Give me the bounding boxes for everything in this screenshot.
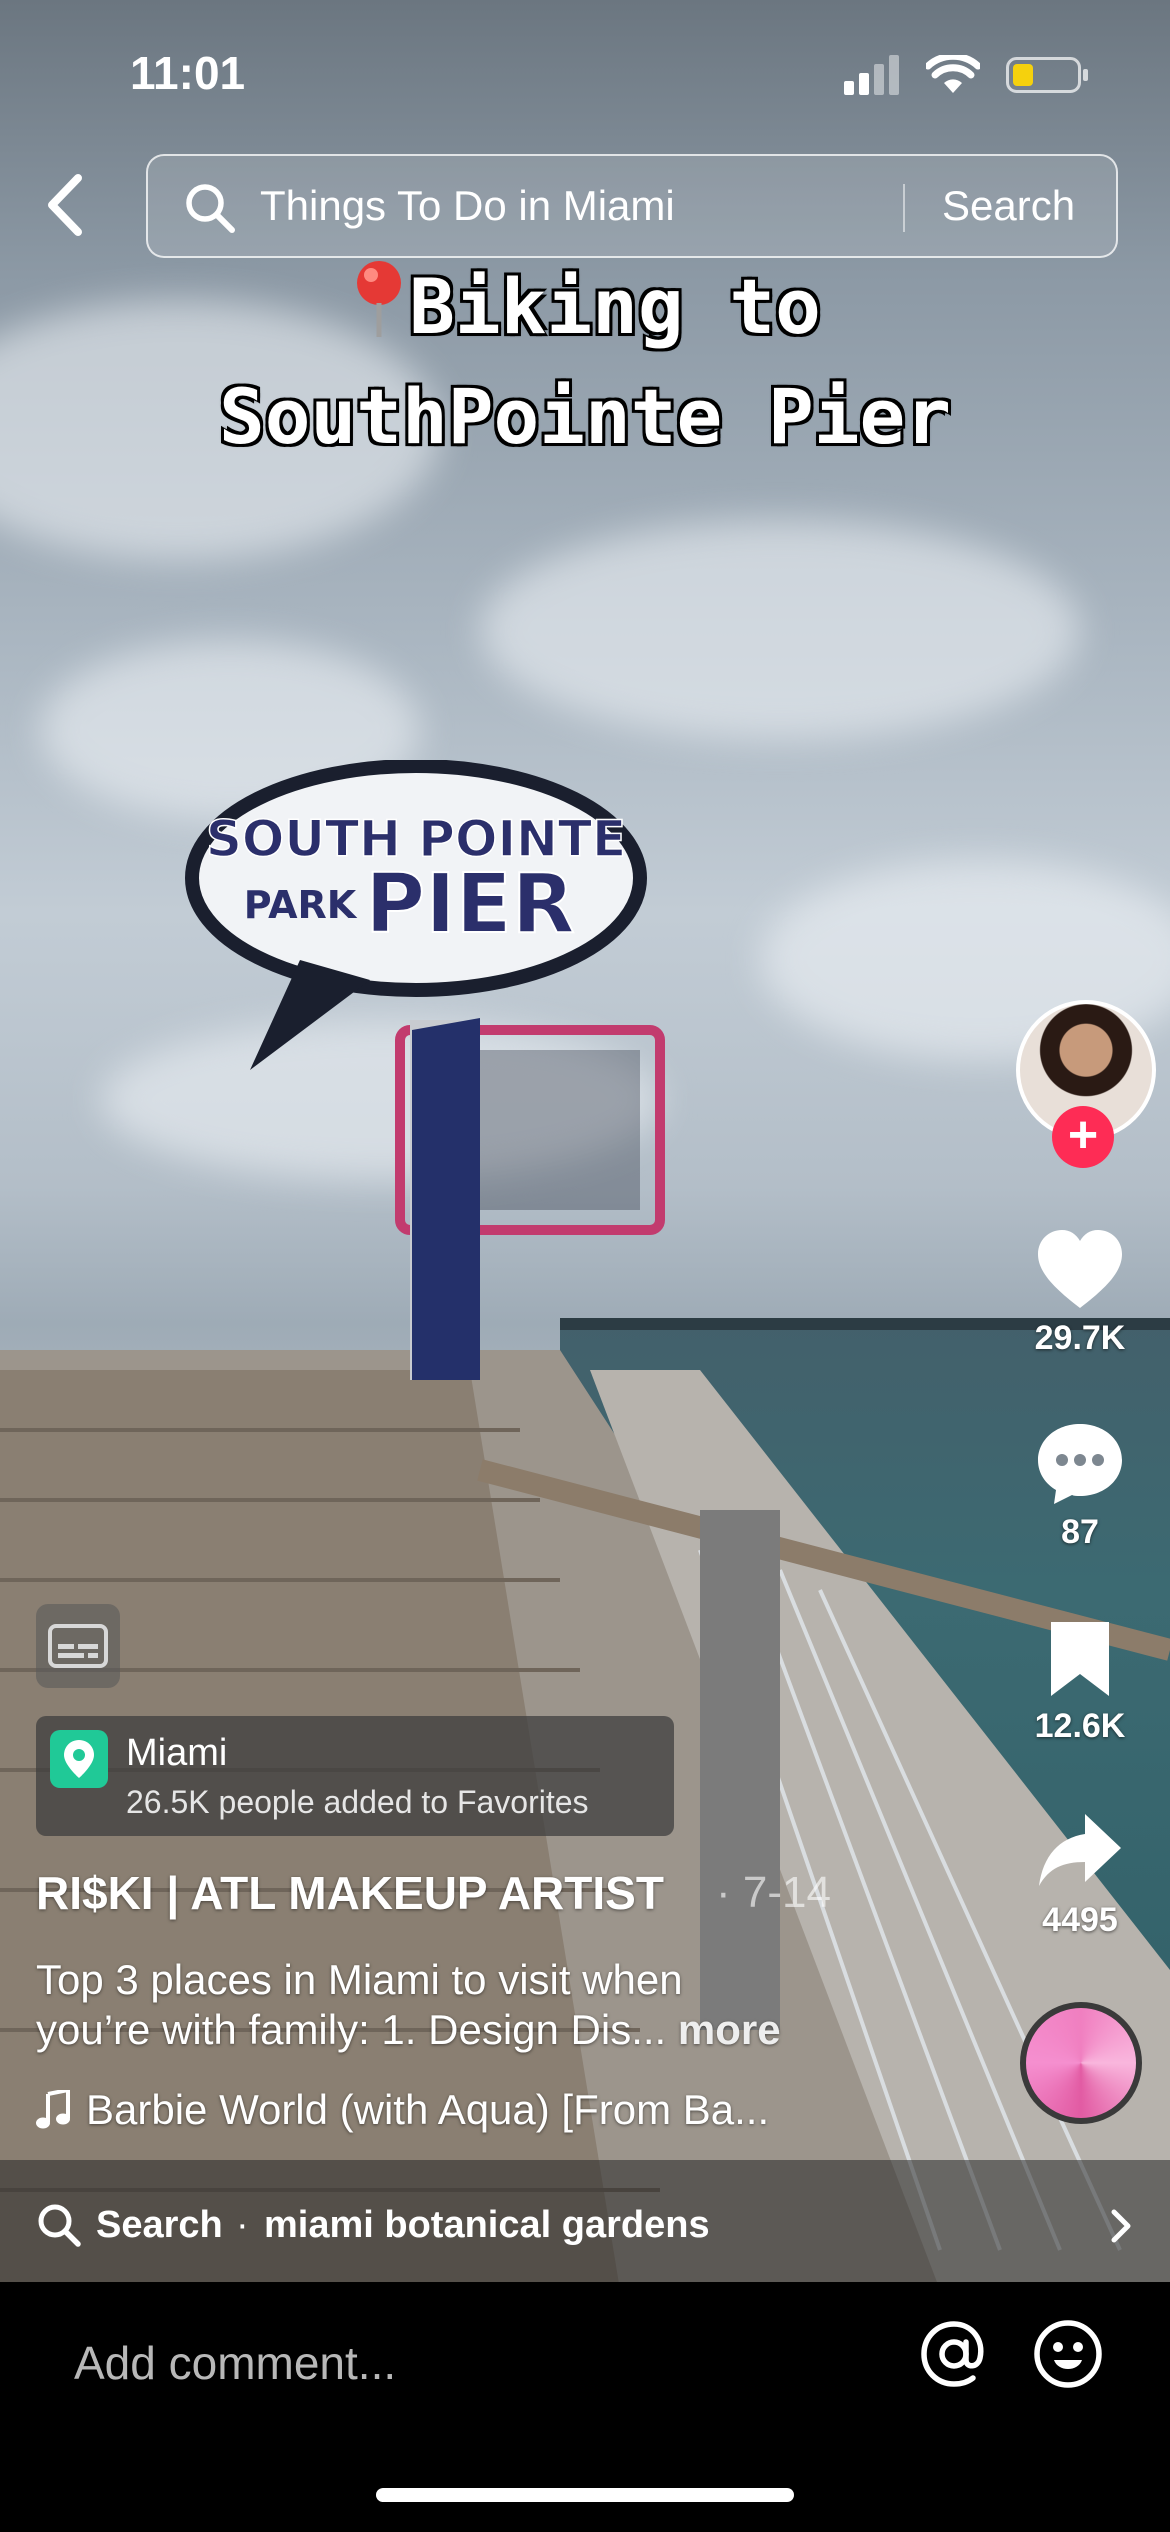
share-button[interactable]: 4495	[990, 1810, 1170, 1940]
location-favorites: 26.5K people added to Favorites	[126, 1784, 589, 1820]
share-arrow-icon	[1039, 1814, 1121, 1886]
search-divider	[903, 184, 905, 232]
cellular-signal-icon	[844, 55, 899, 95]
battery-icon	[1006, 57, 1088, 93]
location-pin-icon	[50, 1730, 108, 1788]
comment-input[interactable]: Add comment...	[74, 2336, 396, 2390]
heart-icon	[1038, 1230, 1122, 1308]
wifi-icon	[926, 55, 980, 93]
location-card[interactable]: Miami 26.5K people added to Favorites	[36, 1716, 674, 1836]
search-icon	[38, 2204, 81, 2247]
comment-count: 87	[1061, 1513, 1099, 1551]
music-title: Barbie World (with Aqua) [From Ba...	[86, 2086, 770, 2133]
overlay-line-1-text: Biking to	[409, 262, 821, 351]
more-button[interactable]: more	[678, 2006, 781, 2053]
related-search-label: Search	[96, 2204, 223, 2246]
emoji-icon[interactable]	[1032, 2318, 1104, 2390]
search-bar[interactable]: Things To Do in Miami Search	[146, 154, 1118, 258]
follow-button[interactable]: +	[1052, 1106, 1114, 1168]
related-search-separator: ·	[236, 2204, 249, 2246]
share-count: 4495	[1042, 1901, 1118, 1939]
post-description[interactable]: Top 3 places in Miami to visit when you’…	[36, 1955, 896, 2055]
music-note-icon	[36, 2090, 70, 2129]
comment-bar: Add comment...	[0, 2282, 1170, 2532]
music-track[interactable]: Barbie World (with Aqua) [From Ba...	[36, 2086, 769, 2134]
chevron-left-icon[interactable]	[38, 170, 94, 240]
music-disc[interactable]	[1020, 2002, 1142, 2124]
comment-button[interactable]: 87	[990, 1420, 1170, 1552]
description-line-2: you’re with family: 1. Design Dis... mor…	[36, 2005, 896, 2055]
closed-captions-icon	[48, 1624, 108, 1668]
cloud	[480, 520, 1080, 740]
favorite-button[interactable]: 12.6K	[990, 1618, 1170, 1746]
overlay-line-2: SouthPointe Pier	[218, 372, 952, 461]
captions-button[interactable]	[36, 1604, 120, 1688]
tiktok-video-screen: SOUTH POINTE PARK PIER 11:01 Things To D…	[0, 0, 1170, 2532]
related-search-term: miami botanical gardens	[264, 2204, 710, 2246]
sign-text-3: PIER	[365, 857, 575, 952]
description-line-1: Top 3 places in Miami to visit when	[36, 1956, 683, 2003]
pier-sign: SOUTH POINTE PARK PIER	[185, 760, 665, 1380]
round-pushpin-icon	[357, 261, 402, 337]
video-caption-overlay: Biking to SouthPointe Pier	[0, 252, 1170, 472]
author-name[interactable]: RI$KI | ATL MAKEUP ARTIST	[36, 1866, 664, 1920]
like-count: 29.7K	[1034, 1319, 1126, 1357]
mention-icon[interactable]	[918, 2318, 990, 2390]
home-indicator	[376, 2488, 794, 2502]
related-search-bar[interactable]: Search · miami botanical gardens	[0, 2172, 1170, 2280]
search-icon	[186, 184, 235, 233]
status-time: 11:01	[130, 47, 246, 99]
status-icons	[844, 55, 1090, 95]
overlay-line-1: Biking to	[0, 252, 1170, 362]
like-button[interactable]: 29.7K	[990, 1228, 1170, 1358]
sign-text-2: PARK	[244, 883, 358, 927]
bookmark-icon	[1051, 1622, 1109, 1696]
chevron-right-icon	[1111, 2209, 1131, 2243]
description-line-2-text: you’re with family: 1. Design Dis...	[36, 2006, 667, 2053]
search-query[interactable]: Things To Do in Miami	[260, 182, 675, 230]
location-name: Miami	[126, 1732, 228, 1774]
post-date: · 7-14	[716, 1868, 831, 1917]
comment-bubble-icon	[1038, 1424, 1122, 1504]
status-bar: 11:01	[0, 0, 1170, 150]
search-button[interactable]: Search	[942, 182, 1075, 230]
favorite-count: 12.6K	[1034, 1707, 1126, 1745]
